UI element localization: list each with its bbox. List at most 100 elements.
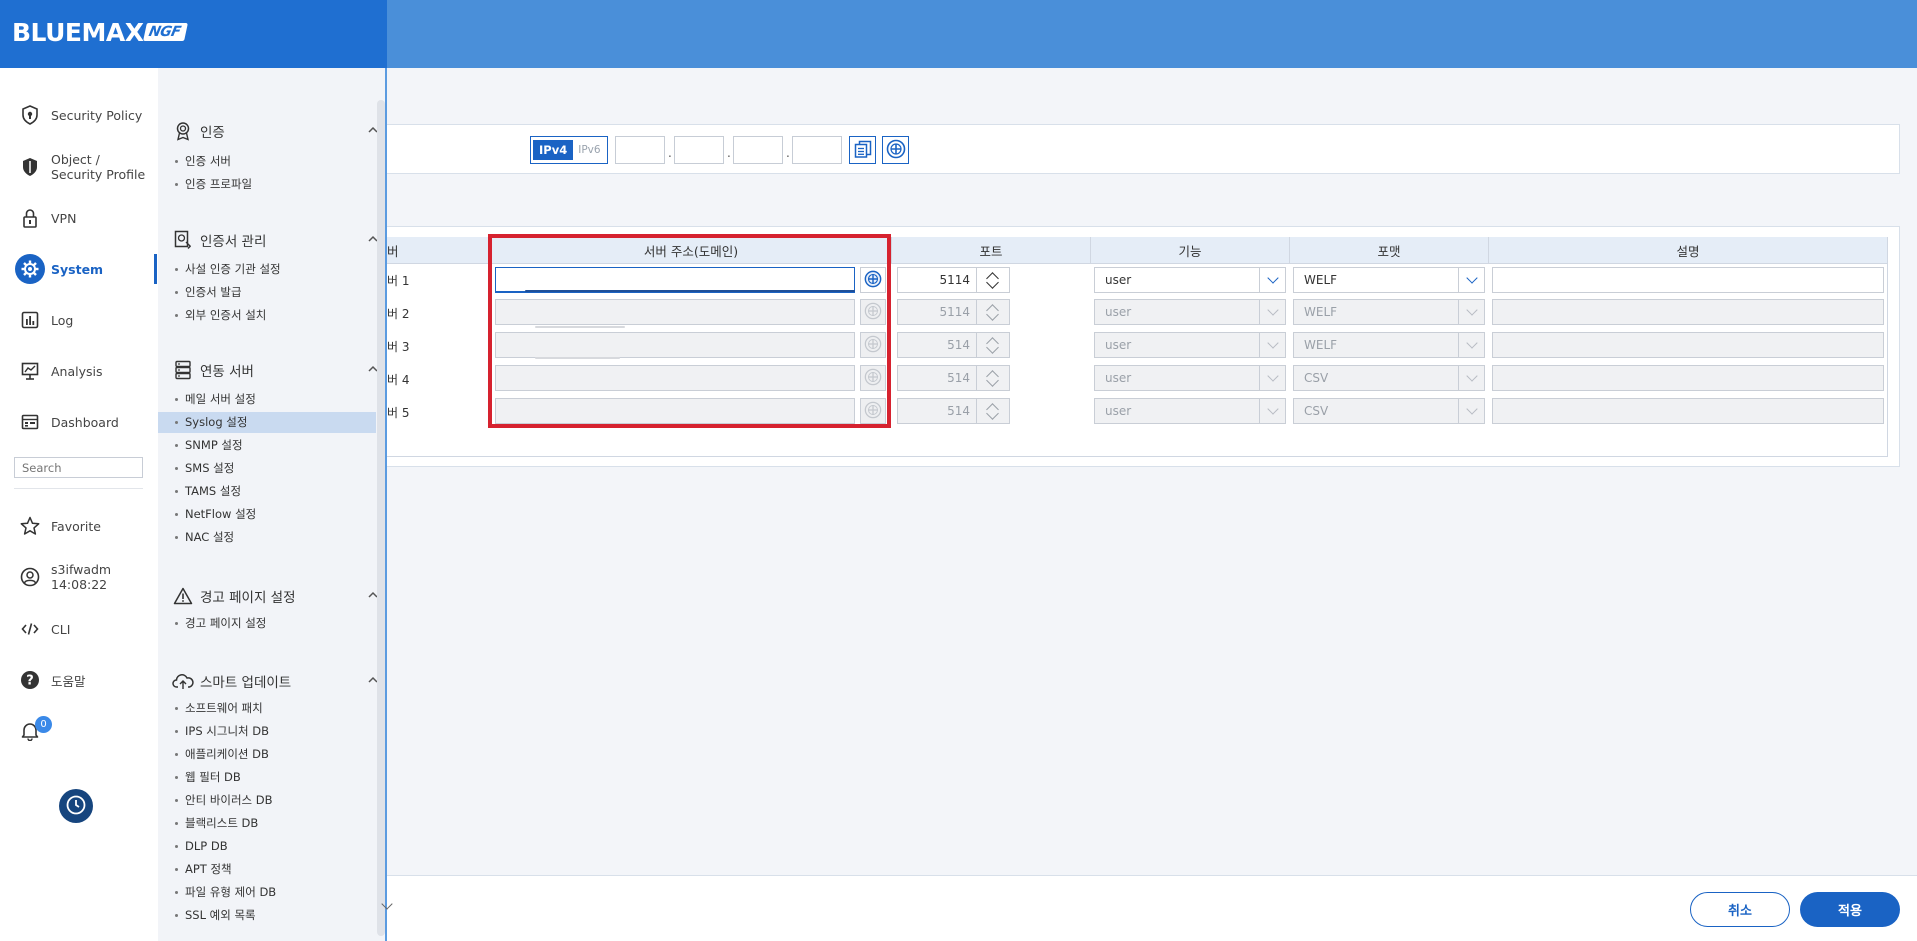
add-circle-icon: [864, 302, 882, 323]
nav-label: Dashboard: [51, 414, 119, 430]
submenu-item-software-patch[interactable]: 소프트웨어 패치: [158, 698, 376, 719]
submenu-item-cert-issue[interactable]: 인증서 발급: [158, 282, 376, 303]
nav-analysis[interactable]: Analysis: [0, 359, 158, 383]
add-ip-button[interactable]: [882, 136, 909, 164]
section-smart-update[interactable]: 스마트 업데이트: [172, 670, 382, 692]
nav-user[interactable]: s3ifwadm 14:08:22: [0, 560, 158, 594]
ipv6-option[interactable]: IPv6: [573, 141, 605, 159]
format-select[interactable]: WELF: [1293, 299, 1485, 325]
facility-value: user: [1105, 305, 1132, 319]
server-address-input[interactable]: [495, 299, 855, 325]
ip-octet-1[interactable]: [615, 136, 665, 164]
port-stepper[interactable]: [976, 398, 1010, 424]
nav-favorite[interactable]: Favorite: [0, 514, 158, 538]
port-input[interactable]: 514: [897, 398, 977, 424]
port-stepper[interactable]: [976, 365, 1010, 391]
submenu-item-syslog[interactable]: Syslog 설정: [158, 412, 376, 433]
redacted-text: [535, 357, 620, 359]
copy-button[interactable]: [849, 136, 876, 164]
submenu-item-sms[interactable]: SMS 설정: [158, 458, 376, 479]
nav-vpn[interactable]: VPN: [0, 206, 158, 230]
chevron-down-icon: [1259, 366, 1285, 390]
nav-label: Analysis: [51, 363, 103, 379]
nav-security-policy[interactable]: Security Policy: [0, 103, 158, 127]
format-select[interactable]: CSV: [1293, 398, 1485, 424]
nav-cli[interactable]: CLI: [0, 617, 158, 641]
brand-logo: BLUEMAX NGF: [12, 18, 189, 47]
facility-select[interactable]: user: [1094, 267, 1286, 293]
chevron-down-icon: [1458, 399, 1484, 423]
nav-notifications[interactable]: [0, 718, 158, 744]
section-integration-server[interactable]: 연동 서버: [172, 359, 382, 381]
server-address-input[interactable]: [495, 332, 855, 358]
chevron-down-icon: [1259, 399, 1285, 423]
user-icon: [19, 566, 41, 588]
history-clock-button[interactable]: [59, 789, 93, 823]
submenu-item-mail-server[interactable]: 메일 서버 설정: [158, 389, 376, 410]
facility-select[interactable]: user: [1094, 365, 1286, 391]
nav-help[interactable]: ? 도움말: [0, 668, 158, 692]
submenu-item-apt-policy[interactable]: APT 정책: [158, 859, 376, 880]
submenu-item-ssl-exception[interactable]: SSL 예외 목록: [158, 905, 376, 926]
ipv4-option[interactable]: IPv4: [533, 140, 574, 160]
facility-select[interactable]: user: [1094, 332, 1286, 358]
submenu-item-private-ca[interactable]: 사설 인증 기관 설정: [158, 259, 376, 280]
format-value: WELF: [1304, 273, 1338, 287]
ip-octet-3[interactable]: [733, 136, 783, 164]
submenu-item-auth-profile[interactable]: 인증 프로파일: [158, 174, 376, 195]
description-input[interactable]: [1492, 398, 1884, 424]
submenu-item-tams[interactable]: TAMS 설정: [158, 481, 376, 502]
port-stepper[interactable]: [976, 267, 1010, 293]
port-input[interactable]: 5114: [897, 299, 977, 325]
add-address-button[interactable]: [860, 332, 886, 358]
nav-search-input[interactable]: [14, 457, 143, 478]
submenu-scrollbar[interactable]: [377, 100, 385, 936]
add-address-button[interactable]: [860, 398, 886, 424]
section-warning-page[interactable]: 경고 페이지 설정: [172, 585, 382, 607]
nav-dashboard[interactable]: Dashboard: [0, 410, 158, 434]
submenu-item-antivirus-db[interactable]: 안티 바이러스 DB: [158, 790, 376, 811]
port-stepper[interactable]: [976, 332, 1010, 358]
submenu-item-blacklist-db[interactable]: 블랙리스트 DB: [158, 813, 376, 834]
server-address-input[interactable]: [495, 365, 855, 391]
nav-log[interactable]: Log: [0, 308, 158, 332]
facility-select[interactable]: user: [1094, 398, 1286, 424]
submenu-item-warning-page[interactable]: 경고 페이지 설정: [158, 613, 376, 634]
section-cert-management[interactable]: 인증서 관리: [172, 229, 382, 251]
description-input[interactable]: [1492, 332, 1884, 358]
submenu-item-dlp-db[interactable]: DLP DB: [158, 836, 376, 857]
description-input[interactable]: [1492, 267, 1884, 293]
port-input[interactable]: 5114: [897, 267, 977, 293]
server-address-input[interactable]: [495, 398, 855, 424]
nav-label: Security Policy: [51, 107, 143, 123]
format-select[interactable]: WELF: [1293, 332, 1485, 358]
submenu-item-ips-db[interactable]: IPS 시그니처 DB: [158, 721, 376, 742]
ip-octet-4[interactable]: [792, 136, 842, 164]
description-input[interactable]: [1492, 299, 1884, 325]
facility-value: user: [1105, 371, 1132, 385]
facility-select[interactable]: user: [1094, 299, 1286, 325]
submenu-item-external-cert[interactable]: 외부 인증서 설치: [158, 305, 376, 326]
submenu-item-app-db[interactable]: 애플리케이션 DB: [158, 744, 376, 765]
nav-system[interactable]: System: [0, 254, 158, 284]
submenu-item-nac[interactable]: NAC 설정: [158, 527, 376, 548]
add-address-button[interactable]: [860, 365, 886, 391]
format-select[interactable]: CSV: [1293, 365, 1485, 391]
add-address-button[interactable]: [860, 299, 886, 325]
port-stepper[interactable]: [976, 299, 1010, 325]
nav-object-security-profile[interactable]: Object / Security Profile: [0, 150, 158, 184]
submenu-item-web-filter-db[interactable]: 웹 필터 DB: [158, 767, 376, 788]
add-address-button[interactable]: [860, 267, 886, 293]
cancel-button[interactable]: 취소: [1690, 892, 1790, 927]
format-select[interactable]: WELF: [1293, 267, 1485, 293]
section-auth[interactable]: 인증: [172, 120, 382, 142]
apply-button[interactable]: 적용: [1800, 892, 1900, 927]
port-input[interactable]: 514: [897, 332, 977, 358]
submenu-item-file-type-db[interactable]: 파일 유형 제어 DB: [158, 882, 376, 903]
submenu-item-auth-server[interactable]: 인증 서버: [158, 151, 376, 172]
port-input[interactable]: 514: [897, 365, 977, 391]
description-input[interactable]: [1492, 365, 1884, 391]
submenu-item-netflow[interactable]: NetFlow 설정: [158, 504, 376, 525]
submenu-item-snmp[interactable]: SNMP 설정: [158, 435, 376, 456]
ip-octet-2[interactable]: [674, 136, 724, 164]
